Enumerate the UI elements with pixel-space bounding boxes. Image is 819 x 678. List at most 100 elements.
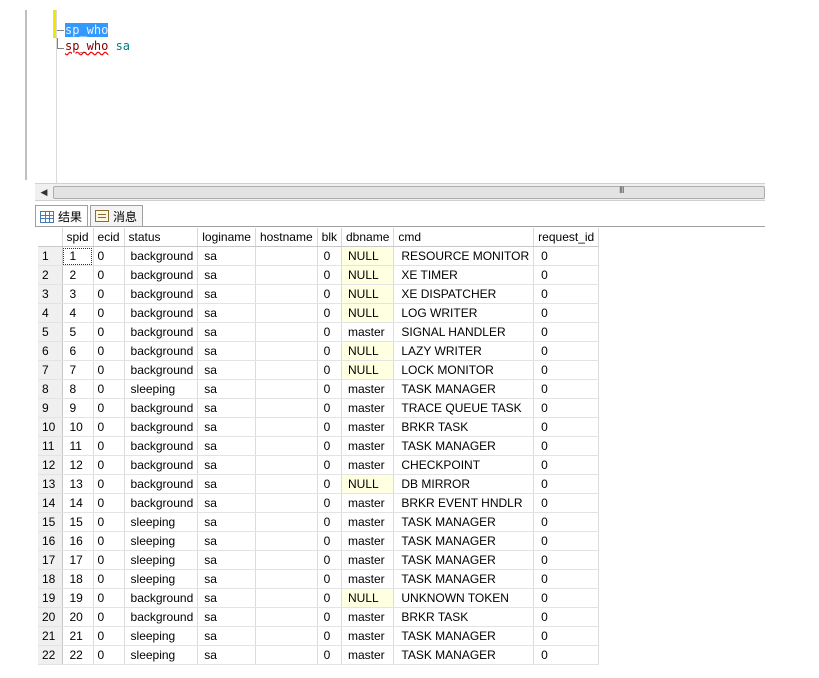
cell-dbname[interactable]: NULL — [341, 265, 395, 285]
cell-cmd[interactable]: CHECKPOINT — [393, 455, 535, 475]
cell-status[interactable]: background — [124, 265, 199, 285]
row-number[interactable]: 1 — [38, 246, 63, 266]
row-number[interactable]: 10 — [38, 417, 63, 437]
cell-dbname[interactable]: master — [341, 531, 395, 551]
cell-dbname[interactable]: master — [341, 436, 395, 456]
cell-spid[interactable]: 13 — [62, 474, 94, 494]
cell-spid[interactable]: 11 — [62, 436, 94, 456]
row-number[interactable]: 2 — [38, 265, 63, 285]
cell-blk[interactable]: 0 — [317, 360, 343, 380]
cell-spid[interactable]: 9 — [62, 398, 94, 418]
cell-cmd[interactable]: TASK MANAGER — [393, 550, 535, 570]
cell-spid[interactable]: 7 — [62, 360, 94, 380]
cell-blk[interactable]: 0 — [317, 303, 343, 323]
cell-dbname[interactable]: master — [341, 455, 395, 475]
row-number[interactable]: 20 — [38, 607, 63, 627]
cell-dbname[interactable]: master — [341, 512, 395, 532]
cell-loginame[interactable]: sa — [197, 322, 256, 342]
table-row[interactable]: 3 3 0 background sa 0 NULL XE DISPATCHER 0 — [38, 284, 600, 304]
cell-loginame[interactable]: sa — [197, 398, 256, 418]
cell-hostname[interactable] — [255, 493, 318, 513]
cell-loginame[interactable]: sa — [197, 455, 256, 475]
cell-loginame[interactable]: sa — [197, 265, 256, 285]
table-row[interactable]: 19 19 0 background sa 0 NULL UNKNOWN TOKEN 0 — [38, 588, 600, 608]
table-row[interactable]: 21 21 0 sleeping sa 0 master TASK MANAGER 0 — [38, 626, 600, 646]
cell-blk[interactable]: 0 — [317, 474, 343, 494]
cell-dbname[interactable]: NULL — [341, 246, 395, 266]
cell-dbname[interactable]: master — [341, 626, 395, 646]
cell-loginame[interactable]: sa — [197, 626, 256, 646]
cell-cmd[interactable]: BRKR TASK — [393, 417, 535, 437]
row-number[interactable]: 16 — [38, 531, 63, 551]
cell-hostname[interactable] — [255, 550, 318, 570]
cell-ecid[interactable]: 0 — [93, 360, 125, 380]
cell-dbname[interactable]: master — [341, 550, 395, 570]
row-number[interactable]: 11 — [38, 436, 63, 456]
cell-ecid[interactable]: 0 — [93, 474, 125, 494]
row-number[interactable]: 14 — [38, 493, 63, 513]
cell-loginame[interactable]: sa — [197, 303, 256, 323]
cell-hostname[interactable] — [255, 303, 318, 323]
cell-request-id[interactable]: 0 — [533, 607, 600, 627]
cell-status[interactable]: background — [124, 284, 199, 304]
cell-dbname[interactable]: NULL — [341, 588, 395, 608]
cell-ecid[interactable]: 0 — [93, 626, 125, 646]
cell-loginame[interactable]: sa — [197, 474, 256, 494]
cell-ecid[interactable]: 0 — [93, 284, 125, 304]
table-row[interactable]: 14 14 0 background sa 0 master BRKR EVENT HNDLR… — [38, 493, 600, 513]
cell-loginame[interactable]: sa — [197, 531, 256, 551]
cell-spid[interactable]: 16 — [62, 531, 94, 551]
cell-spid[interactable]: 22 — [62, 645, 94, 665]
cell-hostname[interactable] — [255, 398, 318, 418]
cell-hostname[interactable] — [255, 645, 318, 665]
table-row[interactable]: 5 5 0 background sa 0 master SIGNAL HANDLER 0 — [38, 322, 600, 342]
cell-request-id[interactable]: 0 — [533, 341, 600, 361]
cell-ecid[interactable]: 0 — [93, 246, 125, 266]
cell-cmd[interactable]: TRACE QUEUE TASK — [393, 398, 535, 418]
cell-spid[interactable]: 14 — [62, 493, 94, 513]
cell-blk[interactable]: 0 — [317, 626, 343, 646]
cell-blk[interactable]: 0 — [317, 569, 343, 589]
cell-hostname[interactable] — [255, 284, 318, 304]
tab-results[interactable]: 结果 — [35, 205, 89, 227]
cell-spid[interactable]: 1 — [62, 246, 94, 266]
column-header[interactable]: spid — [62, 228, 94, 247]
cell-blk[interactable]: 0 — [317, 246, 343, 266]
cell-status[interactable]: sleeping — [124, 512, 199, 532]
cell-dbname[interactable]: master — [341, 379, 395, 399]
column-header[interactable]: dbname — [341, 228, 395, 247]
cell-request-id[interactable]: 0 — [533, 645, 600, 665]
cell-hostname[interactable] — [255, 322, 318, 342]
cell-status[interactable]: sleeping — [124, 379, 199, 399]
cell-cmd[interactable]: XE TIMER — [393, 265, 535, 285]
cell-request-id[interactable]: 0 — [533, 246, 600, 266]
cell-status[interactable]: background — [124, 607, 199, 627]
cell-ecid[interactable]: 0 — [93, 436, 125, 456]
cell-hostname[interactable] — [255, 531, 318, 551]
cell-spid[interactable]: 17 — [62, 550, 94, 570]
cell-status[interactable]: sleeping — [124, 645, 199, 665]
cell-ecid[interactable]: 0 — [93, 341, 125, 361]
cell-cmd[interactable]: TASK MANAGER — [393, 436, 535, 456]
cell-blk[interactable]: 0 — [317, 341, 343, 361]
cell-status[interactable]: background — [124, 436, 199, 456]
cell-spid[interactable]: 20 — [62, 607, 94, 627]
cell-dbname[interactable]: NULL — [341, 474, 395, 494]
cell-blk[interactable]: 0 — [317, 398, 343, 418]
cell-cmd[interactable]: BRKR TASK — [393, 607, 535, 627]
tab-messages[interactable]: 消息 — [90, 205, 144, 226]
cell-cmd[interactable]: LOG WRITER — [393, 303, 535, 323]
cell-ecid[interactable]: 0 — [93, 493, 125, 513]
cell-status[interactable]: background — [124, 588, 199, 608]
cell-blk[interactable]: 0 — [317, 550, 343, 570]
table-row[interactable]: 17 17 0 sleeping sa 0 master TASK MANAGER 0 — [38, 550, 600, 570]
cell-request-id[interactable]: 0 — [533, 417, 600, 437]
cell-ecid[interactable]: 0 — [93, 531, 125, 551]
cell-ecid[interactable]: 0 — [93, 455, 125, 475]
cell-cmd[interactable]: TASK MANAGER — [393, 569, 535, 589]
row-number[interactable]: 7 — [38, 360, 63, 380]
cell-loginame[interactable]: sa — [197, 550, 256, 570]
cell-dbname[interactable]: master — [341, 322, 395, 342]
table-row[interactable]: 2 2 0 background sa 0 NULL XE TIMER 0 — [38, 265, 600, 285]
cell-status[interactable]: sleeping — [124, 626, 199, 646]
